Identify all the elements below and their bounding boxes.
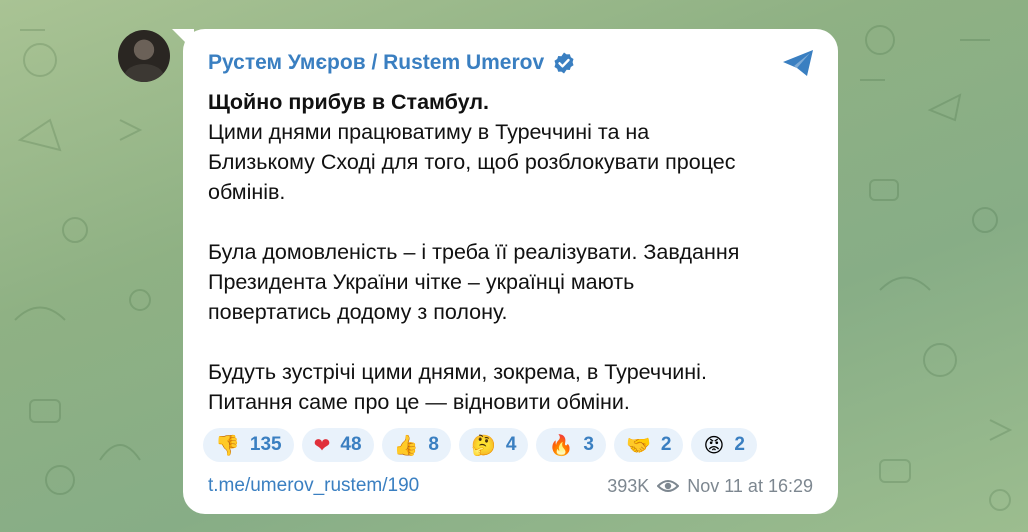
channel-avatar[interactable]: [118, 30, 170, 82]
text-line: Цими днями працюватиму в Туреччині та на: [208, 120, 650, 144]
eye-icon: [657, 480, 680, 492]
reaction-handshake[interactable]: 🤝 2: [613, 428, 684, 462]
post-timestamp: Nov 11 at 16:29: [687, 475, 813, 496]
message-footer: t.me/umerov_rustem/190 393K Nov 11 at 16…: [208, 474, 813, 498]
thinking-face-icon: 🤔: [471, 433, 496, 457]
text-line: Президента України чітке – українці мают…: [208, 270, 635, 294]
text-line: повертатись додому з полону.: [208, 300, 508, 324]
reaction-count: 135: [249, 434, 282, 455]
paragraph-3: Будуть зустрічі цими днями, зокрема, в Т…: [208, 357, 808, 417]
reactions-bar: 👎 135 ❤ 48 👍 8 🤔 4 🔥 3 🤝 2 😡 2: [203, 428, 757, 462]
paragraph-1: Щойно прибув в Стамбул. Цими днями працю…: [208, 87, 808, 207]
text-line: обмінів.: [208, 180, 286, 204]
angry-face-icon: 😡: [703, 433, 725, 457]
post-link[interactable]: t.me/umerov_rustem/190: [208, 475, 419, 497]
message-meta: 393K Nov 11 at 16:29: [607, 476, 813, 497]
reaction-thumbs-down[interactable]: 👎 135: [203, 428, 294, 462]
reaction-thumbs-up[interactable]: 👍 8: [381, 428, 451, 462]
message-headline: Щойно прибув в Стамбул.: [208, 90, 489, 114]
reaction-count: 3: [583, 434, 594, 455]
reaction-heart[interactable]: ❤ 48: [301, 428, 374, 462]
author-name[interactable]: Рустем Умєров / Rustem Umerov: [208, 51, 544, 75]
reaction-count: 8: [428, 434, 439, 455]
telegram-send-icon[interactable]: [780, 45, 816, 81]
text-line: Будуть зустрічі цими днями, зокрема, в Т…: [208, 360, 707, 384]
paragraph-2: Була домовленість – і треба її реалізува…: [208, 237, 808, 327]
thumbs-down-icon: 👎: [215, 433, 240, 457]
reaction-thinking[interactable]: 🤔 4: [459, 428, 529, 462]
handshake-icon: 🤝: [625, 433, 651, 457]
message-text: Щойно прибув в Стамбул. Цими днями працю…: [208, 87, 808, 417]
fire-icon: 🔥: [548, 433, 574, 457]
avatar-figure: [124, 64, 164, 82]
message-header: Рустем Умєров / Rustem Umerov: [208, 51, 576, 75]
message-bubble: Рустем Умєров / Rustem Umerov Щойно приб…: [183, 29, 838, 514]
reaction-angry[interactable]: 😡 2: [691, 428, 757, 462]
view-count: 393K: [607, 475, 650, 496]
reaction-fire[interactable]: 🔥 3: [536, 428, 606, 462]
red-heart-icon: ❤: [313, 433, 331, 457]
thumbs-up-icon: 👍: [393, 433, 419, 457]
reaction-count: 4: [505, 434, 517, 455]
text-line: Питання саме про це — відновити обміни.: [208, 390, 630, 414]
text-line: Близькому Сході для того, щоб розблокува…: [208, 150, 736, 174]
reaction-count: 2: [734, 434, 745, 455]
verified-badge-icon: [554, 52, 574, 74]
reaction-count: 48: [340, 434, 362, 455]
reaction-count: 2: [660, 434, 672, 455]
text-line: Була домовленість – і треба її реалізува…: [208, 240, 740, 264]
